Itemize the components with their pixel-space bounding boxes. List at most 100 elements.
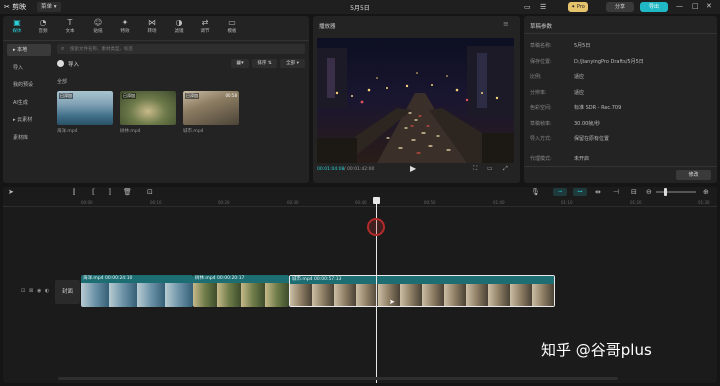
timeline-clip-city[interactable]: 城市.mp4 00:00:57:13 [289,275,555,307]
filter-all-button[interactable]: 全部 ▾ [280,59,305,68]
sidebar-item-local[interactable]: ▸ 本地 [7,44,51,56]
prop-row: 草稿名称: 5月5日 [530,43,591,49]
filter-all-label: 全部 [286,61,296,66]
prop-row: 导入方式: 保留在原有位置 [530,136,610,142]
view-toggle[interactable]: ▦▾ [231,59,249,68]
preview-axis-icon[interactable]: ⇹ [595,188,601,196]
prop-row: 代理模式: 未开启 [530,156,590,162]
tool-sticker[interactable]: ☺ 贴纸 [86,18,110,37]
lock-track-icon[interactable]: ⊡ [21,288,25,294]
cover-button[interactable]: 封面 [55,280,80,304]
video-preview[interactable] [317,38,514,163]
clip-title: 城市.mp4 00:00:57:13 [290,276,554,284]
sidebar-item-library[interactable]: 素材库 [7,132,51,144]
zoom-in-icon[interactable]: ⊕ [703,188,709,196]
player-title: 播放器 [319,24,336,30]
adjust-icon: ⇄ [201,18,209,27]
ruler-tick: 00:00 [81,200,93,205]
media-item-forest[interactable]: 已添加 树林.mp4 [120,91,176,139]
close-icon[interactable]: ✕ [706,2,712,10]
props-title: 草稿参数 [530,24,553,30]
ratio-icon[interactable]: ▭ [487,165,493,172]
sidebar-item-cloud[interactable]: ▸ 云素材 [7,114,51,126]
sidebar-item-ai[interactable]: AI生成 [7,97,51,109]
timeline-panel: ➤ ⫿ ⟦ ⟧ 🗑 ⊡ 🎙 ⊸ ⊶ ⇹ ⊣ ⊟ ⊖ ⊕ 00:00 00:10 … [3,187,717,383]
media-toolbar: ▣ 媒体 ◔ 音频 T 文本 ☺ 贴纸 ✦ 特效 ⋈ 转场 ◑ 滤镜 ⇄ 调节 ▭ 模板 [3,16,309,40]
tool-transition[interactable]: ⋈ 转场 [140,18,164,37]
forest-filmstrip [193,283,289,307]
clip-title: 树林.mp4 00:00:20:17 [193,275,289,283]
fit-icon[interactable]: ⊟ [631,188,637,196]
tool-filter[interactable]: ◑ 滤镜 [167,18,191,37]
visibility-icon[interactable]: ◉ [37,288,41,294]
export-button[interactable]: 导出 [640,2,668,12]
clip-title: 海洋.mp4 00:00:24:10 [81,275,193,283]
mic-icon[interactable]: 🎙 [531,188,540,196]
ruler-tick: 00:10 [150,200,162,205]
mouse-pointer-icon: ➤ [389,298,395,306]
media-item-ocean[interactable]: 已添加 海洋.mp4 [57,91,113,139]
edit-button[interactable]: 修改 [676,170,711,180]
tool-text[interactable]: T 文本 [58,18,82,37]
sidebar-item-import[interactable]: 导入 [7,62,51,74]
prop-row: 色彩空间: 标准 SDR - Rec.709 [530,105,622,111]
sidebar-item-presets[interactable]: 我的预设 [7,79,51,91]
delete-icon[interactable]: 🗑 [123,188,132,196]
split-icon[interactable]: ⫿ [73,188,75,197]
playhead-handle[interactable] [373,197,380,204]
search-input[interactable]: ⌕ 搜索文件名称、素材类型、标签 [57,44,305,54]
fullscreen-fit-icon[interactable]: ⛶ [473,165,477,173]
window-title: 5月5日 [350,5,370,12]
crop-icon[interactable]: ⊡ [147,188,153,196]
menu-button[interactable]: 菜单 ▾ [37,2,61,12]
tool-media[interactable]: ▣ 媒体 [5,18,29,37]
timeline-clip-ocean[interactable]: 海洋.mp4 00:00:24:10 [81,275,193,307]
draft-properties-panel: 草稿参数 草稿名称: 5月5日 保存位置: D:/JianyingPro Draft… [524,16,717,183]
expand-icon[interactable]: ⤢ [503,165,508,173]
select-cursor-icon[interactable]: ➤ [8,188,14,196]
timeline-clip-forest[interactable]: 树林.mp4 00:00:20:17 [193,275,289,307]
transition-icon: ⋈ [148,18,156,27]
media-item-city[interactable]: 已添加 00:58 城市.mp4 [183,91,239,139]
split-right-icon[interactable]: ⟧ [108,188,111,196]
prop-row: 草稿帧率: 30.00帧/秒 [530,121,600,127]
night-city-frame [317,38,514,163]
search-icon: ⌕ [61,45,65,52]
toolbar-divider [3,40,309,41]
ruler-tick: 01:00 [493,200,505,205]
horizontal-scrollbar[interactable] [58,377,618,380]
cover-label: 封面 [61,289,73,295]
zoom-slider-handle[interactable] [664,188,667,196]
settings-icon[interactable]: ☰ [540,3,546,11]
total-time: / 00:01:42:00 [344,167,375,172]
snap-icon[interactable]: ⊣ [613,188,619,196]
ruler-tick: 00:30 [287,200,299,205]
mute-icon[interactable]: ◐ [45,288,49,294]
link-toggle[interactable]: ⊶ [573,188,587,196]
ruler-tick: 00:50 [424,200,436,205]
zoom-slider[interactable] [656,188,696,196]
magnet-toggle[interactable]: ⊸ [553,188,567,196]
minimize-icon[interactable]: — [676,2,683,10]
tool-template[interactable]: ▭ 模板 [220,18,244,37]
layout-icon[interactable]: ▭ [524,3,531,11]
tool-adjust[interactable]: ⇄ 调节 [193,18,217,37]
time-ruler: 00:00 00:10 00:20 00:30 00:40 00:50 01:0… [3,199,717,207]
sort-button[interactable]: 排序 ⇅ [252,59,277,68]
ruler-tick: 01:10 [561,200,573,205]
tool-effects[interactable]: ✦ 特效 [113,18,137,37]
lock-icon[interactable]: ⊠ [29,288,33,294]
share-button[interactable]: 分享 [606,2,634,12]
split-left-icon[interactable]: ⟦ [92,188,95,196]
zoom-out-icon[interactable]: ⊖ [646,188,652,196]
pro-button[interactable]: ✦ Pro [568,2,588,12]
tool-audio[interactable]: ◔ 音频 [31,18,55,37]
play-icon[interactable]: ▶ [410,164,416,173]
prop-row: 比例: 适应 [530,74,585,80]
media-icon: ▣ [13,18,21,27]
import-label: 导入 [68,62,80,68]
template-icon: ▭ [228,18,236,27]
maximize-icon[interactable]: □ [692,2,699,10]
player-menu-icon[interactable]: ≡ [503,20,509,28]
text-icon: T [67,18,73,27]
